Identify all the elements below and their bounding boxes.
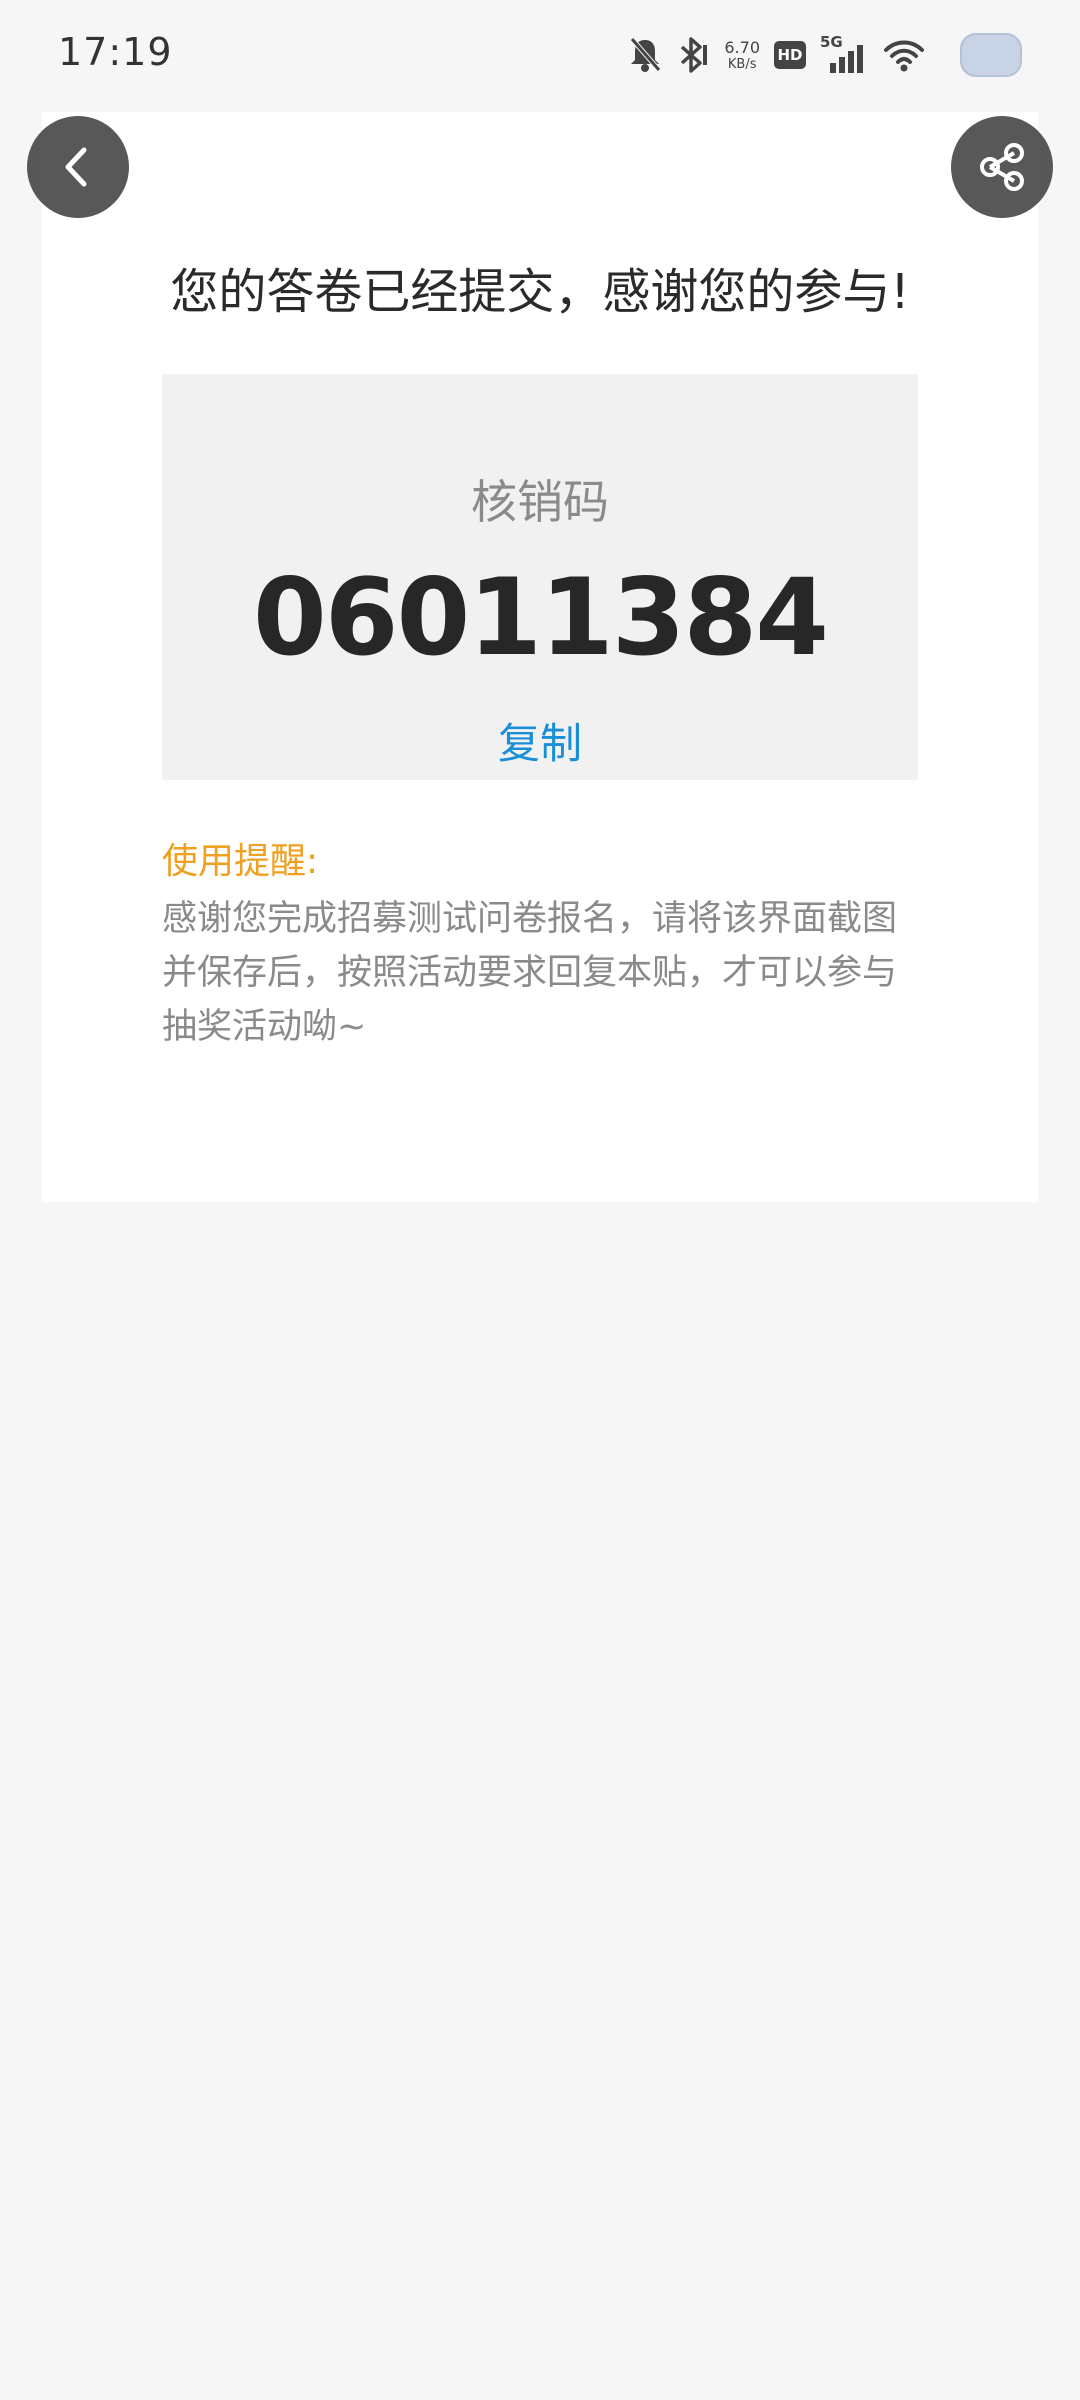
status-time: 17:19 xyxy=(58,30,173,74)
share-icon xyxy=(980,143,1024,191)
net-speed-indicator: 6.70 KB/s xyxy=(724,37,760,72)
reminder-text: 感谢您完成招募测试问卷报名，请将该界面截图并保存后，按照活动要求回复本贴，才可以… xyxy=(162,899,898,1047)
bluetooth-icon xyxy=(676,36,710,74)
wifi-icon xyxy=(884,38,924,72)
net-speed-value: 6.70 xyxy=(724,37,760,57)
result-card: 您的答卷已经提交，感谢您的参与! 核销码 06011384 复制 使用提醒: 感… xyxy=(42,112,1038,1202)
code-label: 核销码 xyxy=(471,475,609,529)
reminder-title: 使用提醒: xyxy=(162,841,319,882)
chevron-left-icon xyxy=(65,147,87,187)
share-button[interactable] xyxy=(951,116,1053,218)
back-button[interactable] xyxy=(27,116,129,218)
status-bar: 17:19 6.70 KB/s HD 5G xyxy=(0,0,1080,108)
hd-icon: HD xyxy=(774,41,806,69)
status-icons: 6.70 KB/s HD 5G xyxy=(628,28,1022,82)
code-value: 06011384 xyxy=(252,556,829,679)
copy-button[interactable]: 复制 xyxy=(440,710,640,771)
net-speed-unit: KB/s xyxy=(727,56,757,72)
battery-icon xyxy=(960,33,1022,77)
screen: 17:19 6.70 KB/s HD 5G 您的答卷已经提交，感谢您的参与! 核… xyxy=(0,0,1080,2400)
page-title: 您的答卷已经提交，感谢您的参与! xyxy=(170,264,910,320)
bell-muted-icon xyxy=(628,36,662,74)
signal-5g-icon: 5G xyxy=(820,33,870,75)
verification-code-box: 核销码 06011384 复制 xyxy=(162,374,918,780)
